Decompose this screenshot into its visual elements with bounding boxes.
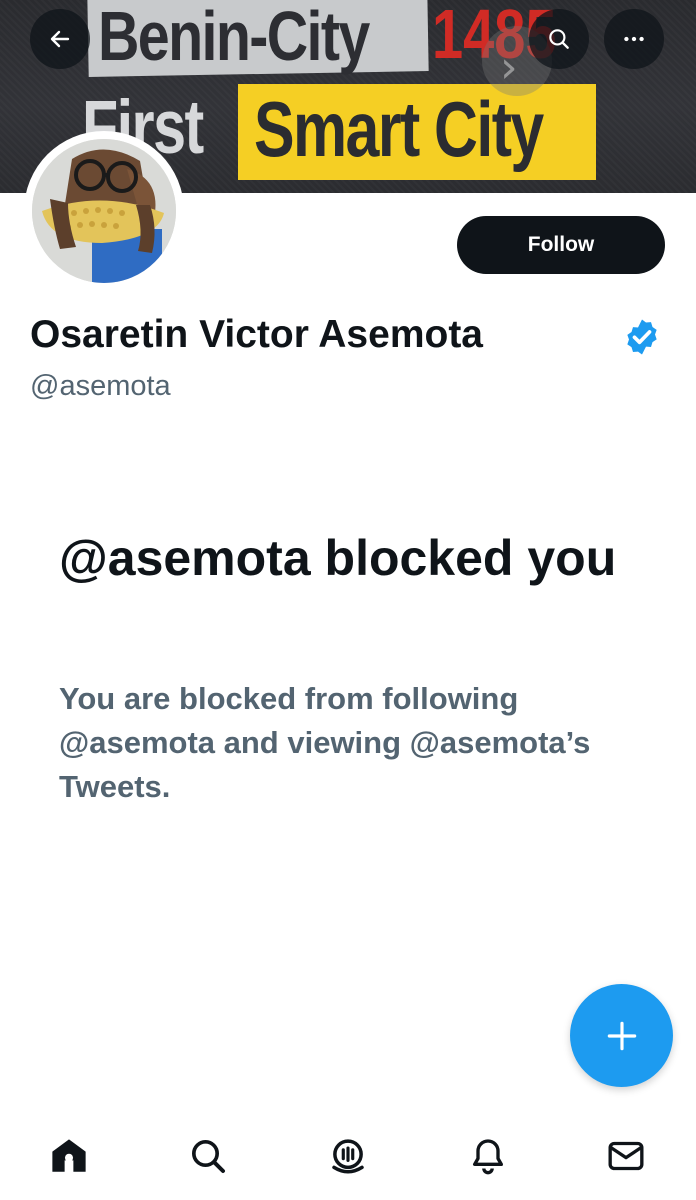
display-name: Osaretin Victor Asemota (30, 313, 483, 356)
profile-handle: @asemota (30, 370, 171, 402)
search-icon (549, 29, 569, 49)
messages-icon (608, 1141, 644, 1171)
follow-button[interactable]: Follow (457, 216, 665, 274)
nav-home[interactable] (45, 1132, 93, 1180)
plus-icon (607, 1021, 636, 1050)
more-horizontal-icon (624, 36, 644, 42)
home-icon (52, 1139, 86, 1172)
nav-notifications[interactable] (464, 1132, 512, 1180)
search-icon (192, 1140, 225, 1173)
notifications-icon (473, 1139, 503, 1175)
nav-spaces[interactable] (324, 1132, 372, 1180)
profile-avatar[interactable] (24, 131, 184, 291)
banner-text-city: Benin-City (98, 0, 370, 75)
search-button[interactable] (529, 9, 589, 69)
more-options-button[interactable] (604, 9, 664, 69)
back-button[interactable] (30, 9, 90, 69)
nav-search[interactable] (184, 1132, 232, 1180)
banner-text-smart-city: Smart City (254, 85, 544, 173)
avatar-illustration (32, 139, 176, 283)
nav-messages[interactable] (602, 1132, 650, 1180)
blocked-heading: @asemota blocked you (59, 530, 617, 586)
bottom-navigation (0, 1110, 696, 1200)
arrow-left-icon (50, 30, 70, 48)
blocked-description: You are blocked from following @asemota … (59, 681, 591, 804)
verified-badge-icon (627, 319, 657, 355)
chevron-right-icon: › (500, 42, 518, 93)
compose-tweet-button[interactable] (570, 984, 673, 1087)
avatar-image (32, 139, 176, 283)
spaces-icon (332, 1139, 364, 1174)
